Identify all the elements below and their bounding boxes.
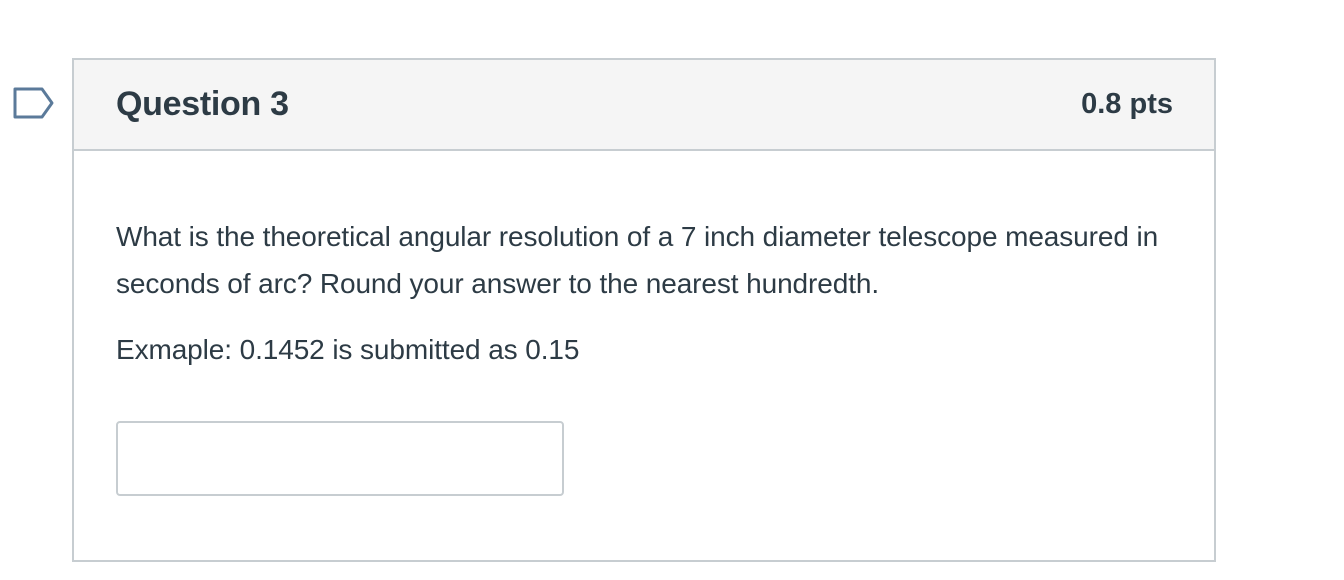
question-title: Question 3 [116, 85, 289, 123]
question-card: Question 3 0.8 pts What is the theoretic… [72, 58, 1216, 562]
question-points: 0.8 pts [1081, 88, 1173, 120]
question-text: What is the theoretical angular resoluti… [116, 221, 1159, 299]
question-header: Question 3 0.8 pts [74, 60, 1214, 151]
answer-input[interactable] [116, 421, 564, 496]
flag-question-icon[interactable] [13, 87, 55, 119]
question-body: What is the theoretical angular resoluti… [74, 151, 1214, 496]
quiz-page: Question 3 0.8 pts What is the theoretic… [0, 0, 1344, 580]
example-text: Exmaple: 0.1452 is submitted as 0.15 [116, 334, 580, 365]
